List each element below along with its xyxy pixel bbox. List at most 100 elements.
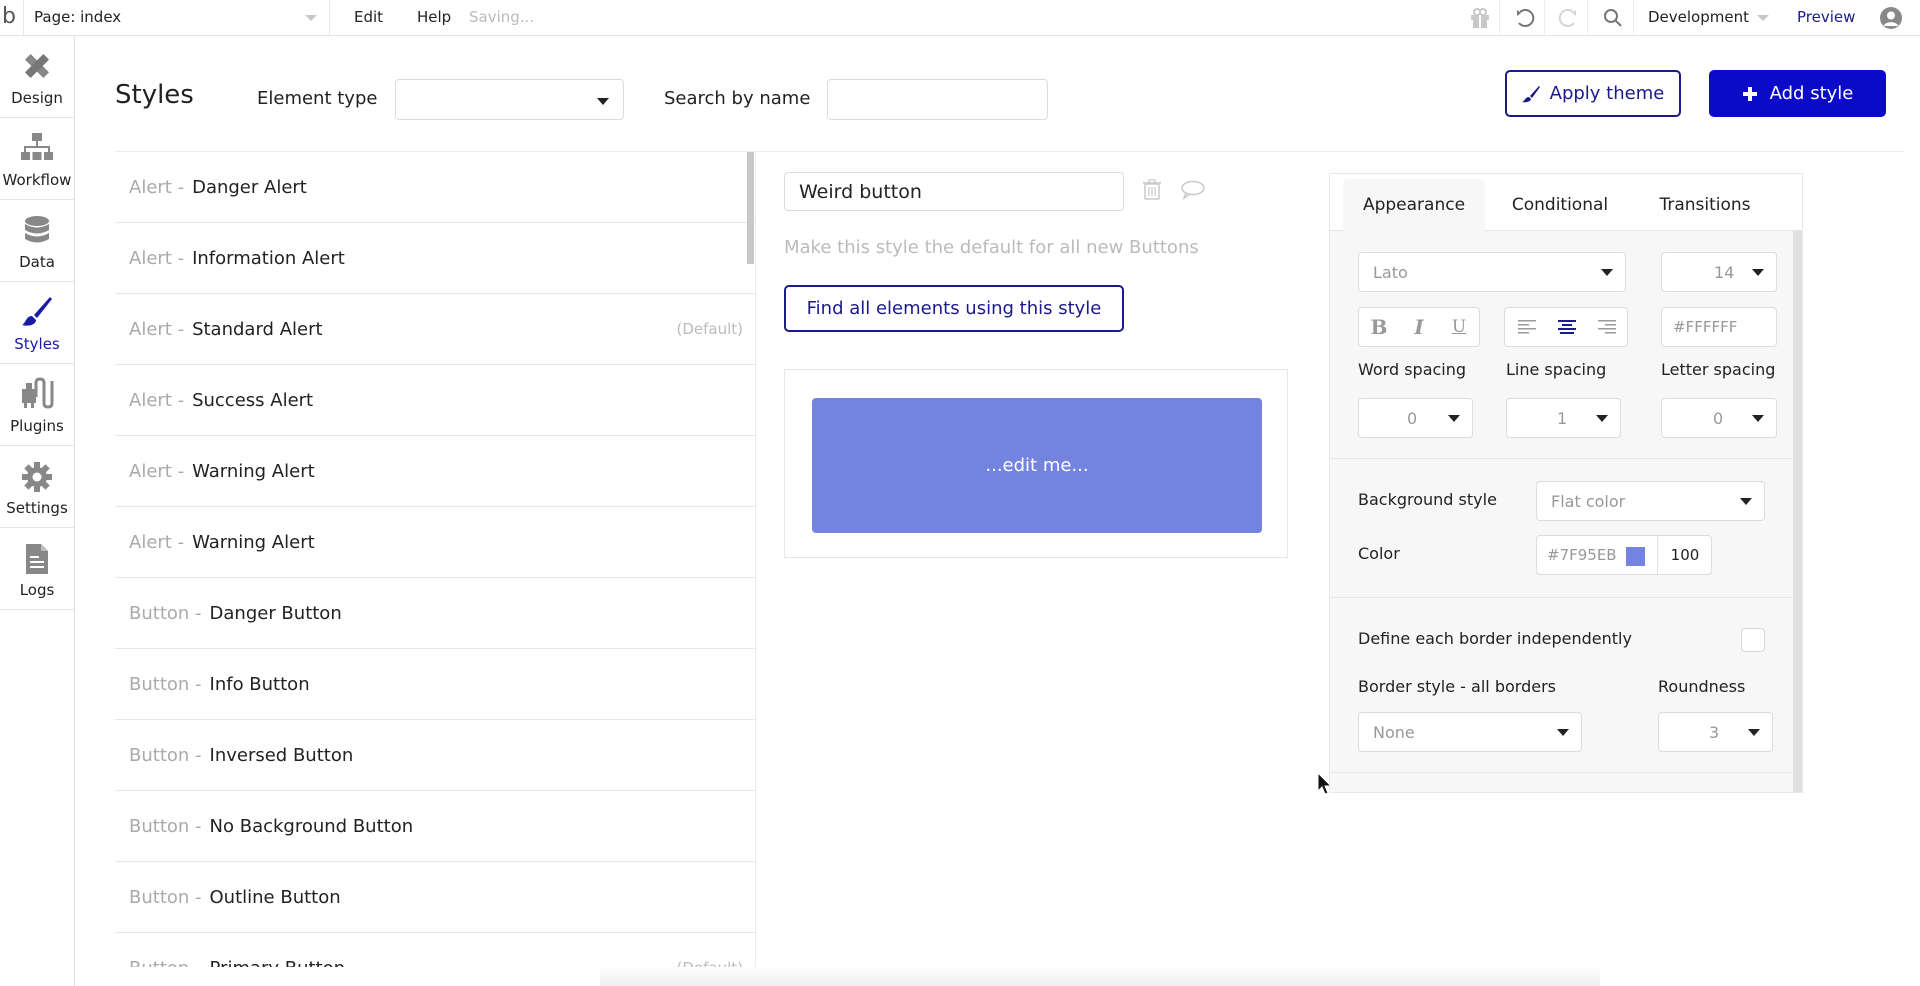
- add-style-button[interactable]: Add style: [1709, 70, 1886, 117]
- sidebar-item-design[interactable]: Design: [0, 36, 74, 118]
- style-element-type: Alert -: [129, 247, 185, 269]
- field-divider: [1657, 536, 1658, 574]
- undo-icon[interactable]: [1505, 0, 1545, 36]
- chevron-down-icon: [1752, 415, 1764, 422]
- element-type-dropdown[interactable]: [395, 79, 624, 120]
- chevron-down-icon: [1557, 729, 1569, 736]
- chevron-down-icon: [1448, 415, 1460, 422]
- style-list-scrollbar[interactable]: [747, 152, 754, 264]
- panel-scrollbar[interactable]: [1793, 231, 1802, 792]
- style-element-type: Alert -: [129, 176, 185, 198]
- top-bar: b Page: index Edit Help Saving... Develo…: [0, 0, 1920, 36]
- style-list-item[interactable]: Button - Danger Button: [115, 578, 755, 649]
- border-style-dropdown[interactable]: None: [1358, 712, 1582, 752]
- environment-selector[interactable]: Development: [1648, 0, 1769, 35]
- add-style-label: Add style: [1769, 83, 1854, 104]
- style-element-type: Alert -: [129, 531, 185, 553]
- sidebar-item-settings[interactable]: Settings: [0, 446, 74, 528]
- line-spacing-dropdown[interactable]: 1: [1506, 398, 1621, 438]
- style-list-item[interactable]: Alert - Warning Alert: [115, 436, 755, 507]
- sidebar-item-workflow[interactable]: Workflow: [0, 118, 74, 200]
- page-title: Styles: [115, 80, 194, 110]
- background-style-value: Flat color: [1551, 491, 1626, 511]
- sidebar-item-label: Settings: [6, 499, 68, 517]
- style-name: Danger Alert: [192, 176, 307, 198]
- background-style-dropdown[interactable]: Flat color: [1536, 481, 1765, 521]
- italic-button[interactable]: I: [1399, 308, 1439, 346]
- font-size-dropdown[interactable]: 14: [1661, 252, 1777, 292]
- style-list-item[interactable]: Alert - Standard Alert (Default): [115, 294, 755, 365]
- align-left-button[interactable]: [1507, 308, 1547, 346]
- chevron-down-icon: [597, 98, 609, 105]
- style-list-item[interactable]: Button - Outline Button: [115, 862, 755, 933]
- environment-label: Development: [1648, 8, 1749, 26]
- tab-conditional[interactable]: Conditional: [1500, 179, 1620, 231]
- workflow-icon: [21, 133, 53, 160]
- word-spacing-dropdown[interactable]: 0: [1358, 398, 1473, 438]
- roundness-dropdown[interactable]: 3: [1658, 712, 1773, 752]
- style-preview-area: ...edit me...: [784, 369, 1288, 558]
- style-element-type: Button -: [129, 673, 202, 695]
- chevron-down-icon: [1756, 14, 1769, 21]
- color-swatch[interactable]: [1626, 547, 1645, 566]
- align-center-button[interactable]: [1547, 308, 1587, 346]
- tab-appearance[interactable]: Appearance: [1343, 179, 1485, 231]
- roundness-label: Roundness: [1658, 677, 1746, 696]
- letter-spacing-value: 0: [1713, 408, 1724, 428]
- font-family-dropdown[interactable]: Lato: [1358, 252, 1626, 292]
- font-color-input[interactable]: #FFFFFF: [1661, 307, 1777, 347]
- letter-spacing-label: Letter spacing: [1661, 360, 1776, 379]
- color-hex-value: #7F95EB: [1547, 546, 1617, 564]
- preview-button[interactable]: ...edit me...: [812, 398, 1262, 533]
- color-picker[interactable]: #7F95EB 100: [1536, 535, 1712, 575]
- style-list-item[interactable]: Alert - Success Alert: [115, 365, 755, 436]
- word-spacing-label: Word spacing: [1358, 360, 1467, 379]
- gift-icon[interactable]: [1460, 0, 1500, 36]
- style-name: Success Alert: [192, 389, 314, 411]
- tab-transitions[interactable]: Transitions: [1640, 179, 1770, 231]
- style-name: Inversed Button: [209, 744, 354, 766]
- sidebar-item-data[interactable]: Data: [0, 200, 74, 282]
- underline-button[interactable]: U: [1439, 308, 1479, 346]
- style-name-input[interactable]: [784, 172, 1124, 211]
- bubble-logo[interactable]: b: [0, 0, 24, 36]
- sidebar-item-plugins[interactable]: Plugins: [0, 364, 74, 446]
- page-selector[interactable]: Page: index: [34, 0, 330, 36]
- text-align-group: [1504, 307, 1628, 347]
- align-right-icon: [1598, 320, 1616, 334]
- search-icon[interactable]: [1592, 0, 1634, 36]
- style-list-item[interactable]: Button - Info Button: [115, 649, 755, 720]
- menu-edit[interactable]: Edit: [354, 0, 383, 35]
- align-right-button[interactable]: [1587, 308, 1627, 346]
- page-selector-label: Page: index: [34, 8, 122, 26]
- style-list-item[interactable]: Button -Primary Button(Default): [115, 933, 755, 968]
- color-opacity-value[interactable]: 100: [1659, 546, 1711, 564]
- apply-theme-button[interactable]: Apply theme: [1505, 70, 1681, 117]
- sidebar-item-logs[interactable]: Logs: [0, 528, 74, 610]
- style-list-item[interactable]: Button - Inversed Button: [115, 720, 755, 791]
- style-name: Information Alert: [192, 247, 345, 269]
- style-element-type: Button -: [129, 886, 202, 908]
- style-list-item[interactable]: Alert - Information Alert: [115, 223, 755, 294]
- style-list-item[interactable]: Alert - Warning Alert: [115, 507, 755, 578]
- sidebar-item-label: Plugins: [10, 417, 64, 435]
- comment-icon[interactable]: [1180, 180, 1206, 204]
- make-default-link[interactable]: Make this style the default for all new …: [784, 237, 1199, 258]
- style-list-item[interactable]: Button - No Background Button: [115, 791, 755, 862]
- find-all-elements-button[interactable]: Find all elements using this style: [784, 285, 1124, 332]
- trash-icon[interactable]: [1143, 179, 1161, 205]
- property-panel: Appearance Conditional Transitions Lato …: [1329, 173, 1803, 793]
- style-list-item[interactable]: Alert - Danger Alert: [115, 152, 755, 223]
- sidebar-item-styles[interactable]: Styles: [0, 282, 74, 364]
- redo-icon[interactable]: [1548, 0, 1588, 36]
- preview-link[interactable]: Preview: [1797, 0, 1855, 35]
- color-label: Color: [1358, 544, 1400, 563]
- letter-spacing-dropdown[interactable]: 0: [1661, 398, 1777, 438]
- border-independent-checkbox[interactable]: [1741, 628, 1765, 652]
- sidebar-item-label: Workflow: [2, 171, 72, 189]
- search-input[interactable]: [827, 79, 1048, 120]
- menu-help[interactable]: Help: [417, 0, 451, 35]
- sidebar-item-label: Data: [19, 253, 55, 271]
- bold-button[interactable]: B: [1359, 308, 1399, 346]
- user-avatar-icon[interactable]: [1880, 7, 1902, 29]
